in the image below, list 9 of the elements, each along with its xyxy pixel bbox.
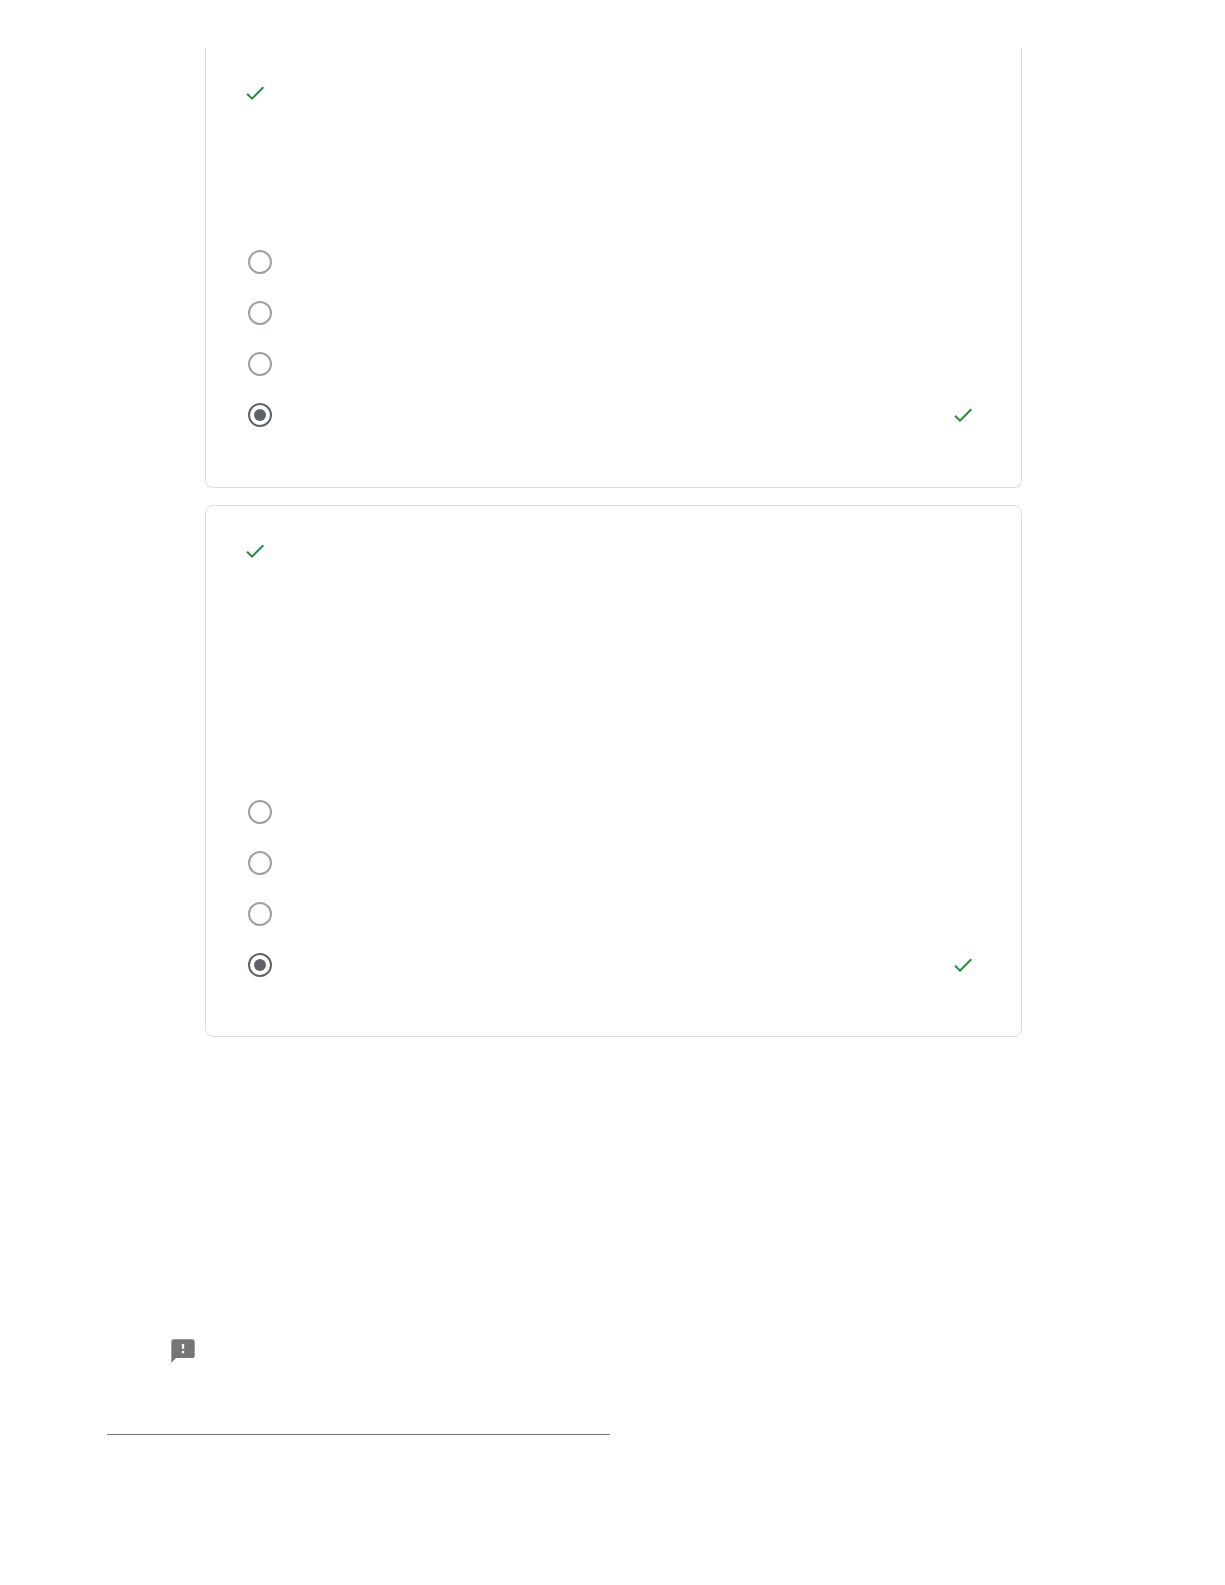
radio-button[interactable] (248, 249, 272, 274)
radio-button[interactable] (248, 351, 272, 376)
radio-button[interactable] (248, 850, 272, 875)
radio-button[interactable] (248, 300, 272, 325)
radio-button[interactable] (248, 952, 272, 977)
feedback-icon[interactable] (169, 1337, 197, 1365)
radio-button[interactable] (248, 799, 272, 824)
radio-button[interactable] (248, 901, 272, 926)
radio-button[interactable] (248, 402, 272, 427)
